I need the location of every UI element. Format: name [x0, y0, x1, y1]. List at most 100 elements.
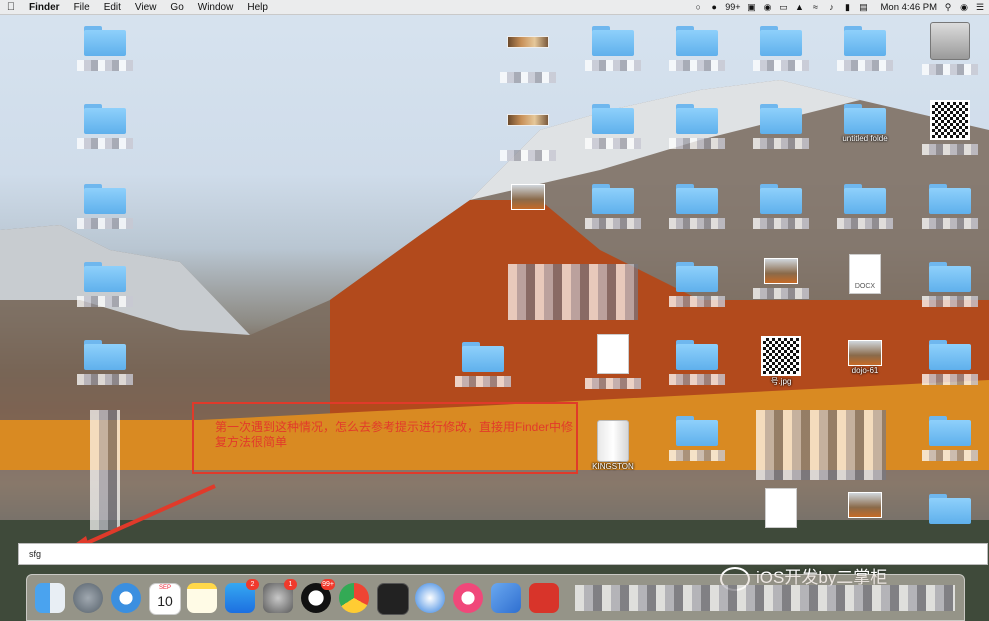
- desktop-folder[interactable]: [662, 340, 732, 390]
- desktop-folder[interactable]: [70, 340, 140, 390]
- image-thumbnail: [848, 340, 882, 366]
- menu-file[interactable]: File: [67, 2, 97, 13]
- folder-icon: [592, 104, 634, 134]
- desktop-folder[interactable]: [746, 104, 816, 154]
- dock-app[interactable]: [529, 583, 559, 613]
- desktop-image-file[interactable]: [493, 184, 563, 210]
- blurred-label: [669, 374, 725, 385]
- desktop-folder[interactable]: [70, 262, 140, 312]
- blurred-label: [669, 60, 725, 71]
- wechat-status-icon[interactable]: ○: [693, 2, 703, 12]
- desktop-jpg-file[interactable]: 号.jpg: [746, 336, 816, 387]
- desktop-docx-file[interactable]: DOCX: [830, 254, 900, 294]
- image-thumbnail: [507, 114, 549, 126]
- folder-icon: [592, 26, 634, 56]
- desktop-folder[interactable]: [915, 262, 985, 312]
- folder-icon: [929, 494, 971, 524]
- dock-feishu[interactable]: [415, 583, 445, 613]
- desktop-folder[interactable]: [915, 494, 985, 524]
- desktop-folder[interactable]: [662, 104, 732, 154]
- desktop-folder[interactable]: [70, 184, 140, 234]
- volume-icon[interactable]: ♪: [827, 2, 837, 12]
- menubar-clock[interactable]: Mon 4:46 PM: [881, 2, 938, 13]
- desktop-image-file[interactable]: [493, 114, 563, 166]
- notification-center-icon[interactable]: ☰: [975, 2, 985, 12]
- desktop-folder[interactable]: [746, 184, 816, 234]
- desktop-image-file[interactable]: [746, 488, 816, 528]
- desktop-folder[interactable]: [915, 184, 985, 234]
- menu-edit[interactable]: Edit: [97, 2, 128, 13]
- folder-icon: [84, 262, 126, 292]
- blurred-label: [500, 150, 556, 161]
- image-thumbnail: [848, 492, 882, 518]
- apple-menu-icon[interactable]: : [0, 1, 22, 13]
- desktop-image-file[interactable]: [830, 492, 900, 518]
- desktop-folder[interactable]: [662, 416, 732, 466]
- dock-calendar[interactable]: SEP 10: [149, 583, 181, 615]
- record-status-icon[interactable]: ◉: [763, 2, 773, 12]
- ime-status-icon[interactable]: ▣: [747, 2, 757, 12]
- dock-notes[interactable]: [187, 583, 217, 613]
- dock-terminal[interactable]: [377, 583, 409, 615]
- menu-window[interactable]: Window: [191, 2, 241, 13]
- pixelated-region: [90, 410, 120, 530]
- desktop-folder[interactable]: [915, 416, 985, 466]
- dock-xcode[interactable]: [491, 583, 521, 613]
- dock-system-preferences[interactable]: 1: [263, 579, 297, 613]
- battery-icon[interactable]: ▮: [843, 2, 853, 12]
- folder-icon: [84, 26, 126, 56]
- folder-icon: [676, 184, 718, 214]
- desktop-folder[interactable]: [662, 184, 732, 234]
- desktop-folder-untitled[interactable]: untitled folde: [830, 104, 900, 143]
- drive-label: KINGSTON: [592, 462, 634, 471]
- qr-code-icon: [930, 100, 970, 140]
- desktop-folder[interactable]: [830, 184, 900, 234]
- dock-qq[interactable]: 99+: [301, 579, 335, 613]
- display-status-icon[interactable]: ▭: [779, 2, 789, 12]
- document-icon: DOCX: [849, 254, 881, 294]
- desktop-image-file[interactable]: [493, 36, 563, 88]
- menu-go[interactable]: Go: [163, 2, 190, 13]
- desktop-folder[interactable]: [70, 26, 140, 76]
- desktop-qr-image[interactable]: [915, 100, 985, 160]
- rename-input[interactable]: [27, 548, 331, 560]
- desktop-image-file[interactable]: dojo-61: [830, 340, 900, 375]
- dock-finder[interactable]: [35, 583, 65, 613]
- desktop-folder[interactable]: [448, 342, 518, 392]
- desktop-folder[interactable]: [830, 26, 900, 76]
- folder-icon: [760, 104, 802, 134]
- desktop-folder[interactable]: [746, 26, 816, 76]
- folder-icon: [592, 184, 634, 214]
- kingston-drive[interactable]: KINGSTON: [578, 420, 648, 471]
- dock-music[interactable]: [453, 583, 483, 613]
- menu-view[interactable]: View: [128, 2, 164, 13]
- desktop-folder[interactable]: [662, 26, 732, 76]
- desktop-image-file[interactable]: [578, 334, 648, 394]
- desktop-folder[interactable]: [662, 262, 732, 312]
- desktop-folder[interactable]: [915, 340, 985, 390]
- folder-icon: [844, 104, 886, 134]
- app-store-badge: 2: [246, 579, 259, 590]
- desktop-folder[interactable]: [578, 184, 648, 234]
- calendar-day: 10: [157, 593, 173, 609]
- rename-field[interactable]: [18, 543, 988, 565]
- wifi-icon[interactable]: ≈: [811, 2, 821, 12]
- siri-icon[interactable]: ◉: [959, 2, 969, 12]
- spotlight-icon[interactable]: ⚲: [943, 2, 953, 12]
- input-source-icon[interactable]: ▤: [859, 2, 869, 12]
- desktop-image-file[interactable]: [746, 258, 816, 304]
- airplay-status-icon[interactable]: ▲: [795, 2, 805, 12]
- menu-app-finder[interactable]: Finder: [22, 2, 67, 13]
- dock-chrome[interactable]: [339, 583, 369, 613]
- macintosh-hd[interactable]: [915, 22, 985, 80]
- desktop-folder[interactable]: [578, 26, 648, 76]
- desktop-folder[interactable]: [578, 104, 648, 154]
- dock-safari[interactable]: [111, 583, 141, 613]
- menu-help[interactable]: Help: [240, 2, 275, 13]
- dock-app-store[interactable]: 2: [225, 579, 259, 613]
- blurred-label: [922, 296, 978, 307]
- folder-icon: [462, 342, 504, 372]
- desktop-folder[interactable]: [70, 104, 140, 154]
- dock-launchpad[interactable]: [73, 583, 103, 613]
- qq-status-icon[interactable]: ●: [709, 2, 719, 12]
